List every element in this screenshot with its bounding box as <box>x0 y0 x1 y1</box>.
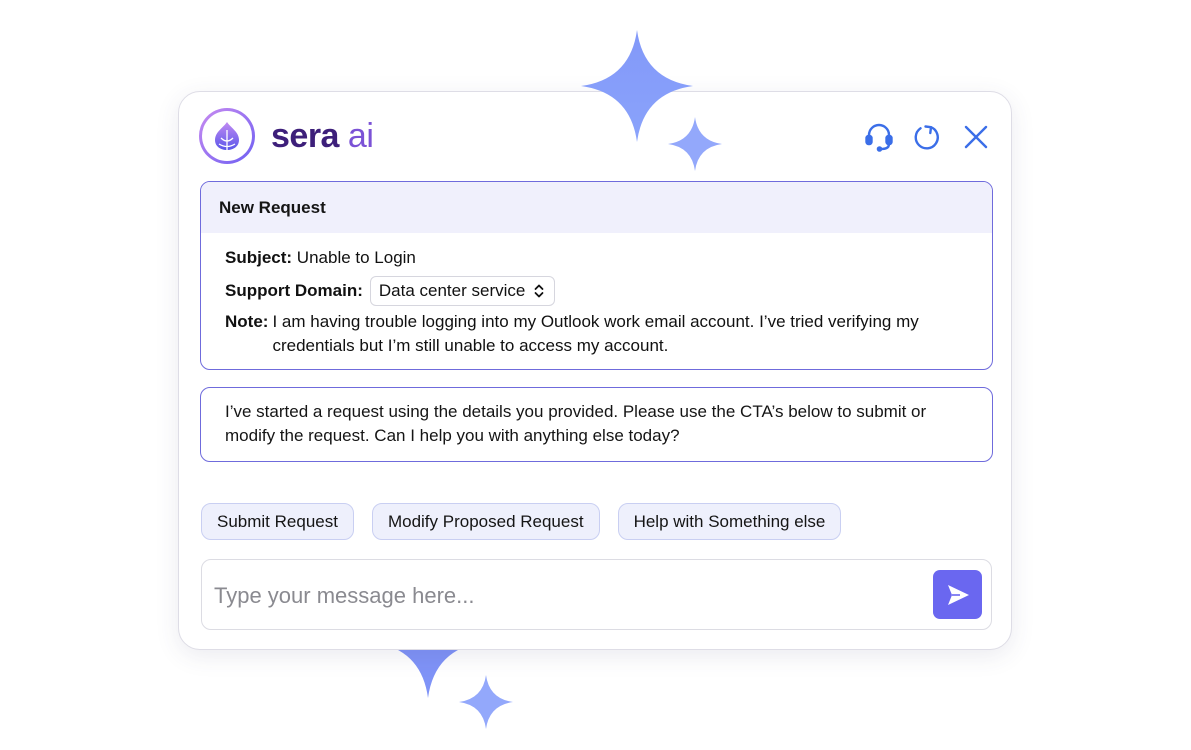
brand-name: sera ai <box>271 117 374 155</box>
support-domain-value: Data center service <box>378 281 526 300</box>
select-arrows-icon <box>534 284 544 298</box>
cta-row: Submit Request Modify Proposed Request H… <box>201 503 842 540</box>
message-composer <box>201 559 992 630</box>
support-domain-select[interactable]: Data center service <box>369 276 556 306</box>
note-field: Note: I am having trouble logging into m… <box>225 310 945 358</box>
subject-label: Subject: <box>225 248 293 267</box>
refresh-icon[interactable] <box>910 120 944 154</box>
brand-logo-icon <box>199 108 255 164</box>
send-button[interactable] <box>933 570 982 619</box>
note-value: I am having trouble logging into my Outl… <box>272 312 919 355</box>
support-domain-field: Support Domain: Data center service <box>225 276 556 306</box>
note-label: Note: <box>225 312 269 331</box>
send-icon <box>947 584 969 605</box>
message-input[interactable] <box>212 578 916 614</box>
support-domain-label: Support Domain: <box>225 281 363 300</box>
new-request-card: New Request Subject: Unable to Login Sup… <box>200 181 993 370</box>
sparkle-small-bottom <box>459 675 513 729</box>
subject-field: Subject: Unable to Login <box>225 246 416 270</box>
modify-request-button[interactable]: Modify Proposed Request <box>371 503 600 540</box>
sparkle-small-top <box>668 117 722 171</box>
assistant-message: I’ve started a request using the details… <box>200 387 993 462</box>
headset-icon[interactable] <box>862 120 896 154</box>
help-something-else-button[interactable]: Help with Something else <box>617 503 842 540</box>
card-title: New Request <box>201 182 992 233</box>
subject-value: Unable to Login <box>296 248 416 267</box>
close-icon[interactable] <box>959 120 993 154</box>
chat-window: sera ai New Request Subject: Unable to L… <box>178 91 1012 650</box>
submit-request-button[interactable]: Submit Request <box>201 503 354 540</box>
